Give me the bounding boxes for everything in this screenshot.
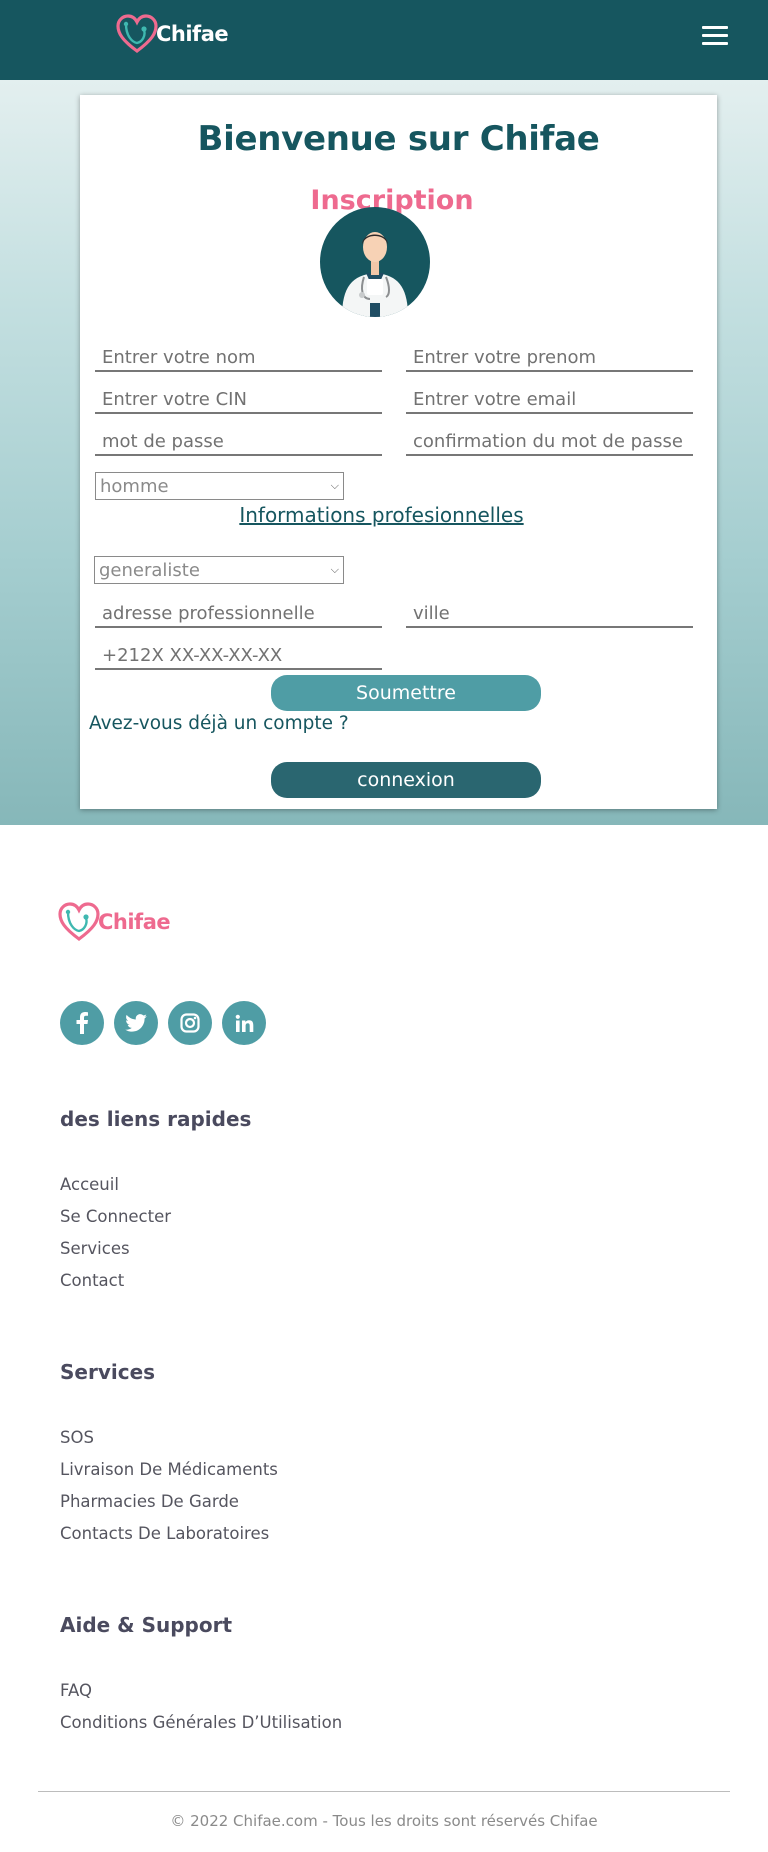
footer-link-acceuil[interactable]: Acceuil xyxy=(60,1169,171,1201)
last-name-input[interactable] xyxy=(95,344,382,372)
footer-brand-name: Chifae xyxy=(98,910,171,934)
footer-logo[interactable]: Chifae xyxy=(58,902,171,942)
chevron-down-icon: ⌵ xyxy=(330,479,339,492)
footer-divider xyxy=(38,1791,730,1792)
services-list: SOS Livraison De Médicaments Pharmacies … xyxy=(60,1422,278,1550)
footer-link-contact[interactable]: Contact xyxy=(60,1265,171,1297)
specialty-select-value: generaliste xyxy=(99,559,200,581)
services-heading: Services xyxy=(60,1360,156,1384)
hero-section: Bienvenue sur Chifae Inscription Entrer … xyxy=(0,80,768,825)
top-navbar: Chifae xyxy=(0,0,768,80)
city-input[interactable] xyxy=(406,600,693,628)
quick-links-list: Acceuil Se Connecter Services Contact xyxy=(60,1169,171,1297)
specialty-select[interactable]: generaliste ⌵ xyxy=(94,556,344,584)
page-title: Bienvenue sur Chifae xyxy=(197,119,600,159)
submit-button[interactable]: Soumettre xyxy=(271,675,541,711)
brand-name: Chifae xyxy=(156,22,229,46)
password-input[interactable] xyxy=(95,428,382,456)
heart-stethoscope-logo-icon xyxy=(58,902,100,941)
linkedin-icon[interactable] xyxy=(222,1001,266,1045)
footer-link-faq[interactable]: FAQ xyxy=(60,1675,342,1707)
login-button[interactable]: connexion xyxy=(271,762,541,798)
gender-select-value: homme xyxy=(100,475,169,497)
header-logo[interactable]: Chifae xyxy=(116,14,229,54)
first-name-input[interactable] xyxy=(406,344,693,372)
doctor-avatar-icon xyxy=(320,207,430,317)
facebook-icon[interactable] xyxy=(60,1001,104,1045)
phone-input[interactable] xyxy=(95,642,382,670)
instagram-icon[interactable] xyxy=(168,1001,212,1045)
footer-link-se-connecter[interactable]: Se Connecter xyxy=(60,1201,171,1233)
support-list: FAQ Conditions Générales D’Utilisation xyxy=(60,1675,342,1739)
address-input[interactable] xyxy=(95,600,382,628)
footer-link-pharmacies[interactable]: Pharmacies De Garde xyxy=(60,1486,278,1518)
have-account-text: Avez-vous déjà un compte ? xyxy=(89,713,349,734)
confirm-password-input[interactable] xyxy=(406,428,693,456)
cin-input[interactable] xyxy=(95,386,382,414)
footer-link-livraison[interactable]: Livraison De Médicaments xyxy=(60,1454,278,1486)
twitter-icon[interactable] xyxy=(114,1001,158,1045)
hamburger-icon[interactable] xyxy=(702,26,728,48)
gender-select[interactable]: homme ⌵ xyxy=(95,472,344,500)
social-links xyxy=(60,1001,266,1045)
professional-info-link[interactable]: Informations profesionnelles xyxy=(80,503,683,527)
copyright-text: © 2022 Chifae.com - Tous les droits sont… xyxy=(170,1812,598,1830)
footer-link-services[interactable]: Services xyxy=(60,1233,171,1265)
support-heading: Aide & Support xyxy=(60,1613,233,1637)
heart-stethoscope-logo-icon xyxy=(116,14,158,53)
chevron-down-icon: ⌵ xyxy=(330,563,339,576)
registration-card: Bienvenue sur Chifae Inscription Entrer … xyxy=(80,95,717,809)
footer-link-laboratoires[interactable]: Contacts De Laboratoires xyxy=(60,1518,278,1550)
quick-links-heading: des liens rapides xyxy=(60,1107,252,1131)
email-input[interactable] xyxy=(406,386,693,414)
footer-link-cgu[interactable]: Conditions Générales D’Utilisation xyxy=(60,1707,342,1739)
footer-link-sos[interactable]: SOS xyxy=(60,1422,278,1454)
